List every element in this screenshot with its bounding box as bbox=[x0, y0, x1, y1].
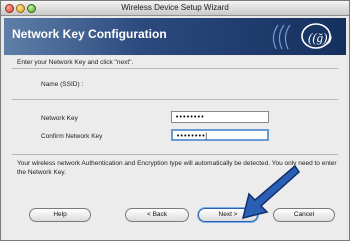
confirm-network-key-label: Confirm Network Key bbox=[41, 133, 103, 140]
network-key-field[interactable]: •••••••• bbox=[171, 111, 269, 123]
page-title: Network Key Configuration bbox=[12, 27, 167, 41]
header-banner: Network Key Configuration ((ğ)) bbox=[4, 18, 346, 55]
window-title: Wireless Device Setup Wizard bbox=[121, 3, 229, 12]
wifi-swirl-icon: ((ğ)) bbox=[272, 23, 332, 50]
confirm-network-key-field[interactable]: ••••••••| bbox=[171, 129, 269, 141]
divider bbox=[12, 99, 338, 100]
help-button[interactable]: Help bbox=[29, 208, 91, 222]
pointer-arrow-icon bbox=[241, 164, 300, 220]
wizard-window: Wireless Device Setup Wizard Network Key… bbox=[0, 0, 350, 241]
network-key-label: Network Key bbox=[41, 115, 78, 122]
divider bbox=[12, 68, 338, 69]
svg-text:((ğ)): ((ğ)) bbox=[308, 30, 332, 45]
title-bar[interactable]: Wireless Device Setup Wizard bbox=[1, 1, 349, 16]
instruction-text: Enter your Network Key and click "next". bbox=[17, 59, 134, 66]
ssid-label: Name (SSID) : bbox=[41, 81, 84, 88]
back-button[interactable]: < Back bbox=[125, 208, 189, 222]
divider bbox=[12, 154, 338, 155]
